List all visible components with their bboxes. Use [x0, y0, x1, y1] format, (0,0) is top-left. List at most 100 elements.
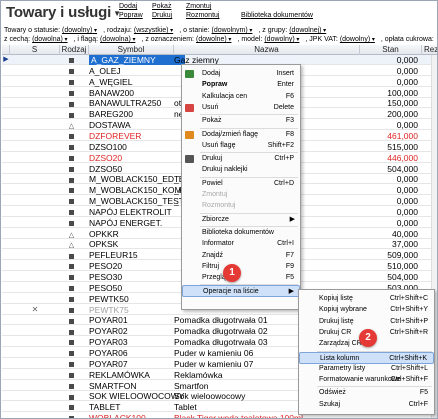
menu-item-shortcut: Insert: [276, 70, 294, 77]
service-triangle-icon: △: [68, 231, 75, 239]
menu-item-szukaj[interactable]: Szukaj Ctrl+F: [299, 399, 434, 411]
menu-item-przegladaj[interactable]: Przeglądaj F5: [182, 272, 300, 284]
filter-value-dropdown[interactable]: (dowolnym): [212, 27, 253, 34]
toolbar-link-zmontuj[interactable]: Zmontuj: [186, 3, 211, 10]
toolbar-link-pokaz[interactable]: Pokaż: [152, 3, 171, 10]
toolbar-link-dodaj[interactable]: Dodaj: [119, 3, 137, 10]
delete-icon: [185, 103, 194, 112]
menu-item-parametry-listy[interactable]: Parametry listy Ctrl+Shift+L: [299, 363, 434, 375]
goods-square-icon: [60, 131, 83, 141]
column-header-nazwa[interactable]: Nazwa: [174, 45, 360, 55]
cell-stan: 0,000: [396, 55, 418, 65]
cell-symbol: DZFOREVER: [89, 130, 142, 141]
print-icon: [185, 155, 194, 164]
cell-symbol: SMARTFON: [89, 380, 137, 391]
menu-item-label: Informator: [202, 240, 234, 248]
step-badge-1: 1: [223, 264, 241, 282]
menu-item-popraw[interactable]: Popraw Enter: [182, 79, 300, 91]
cell-symbol: DOSTAWA: [89, 120, 131, 131]
cell-symbol: POYAR06: [89, 347, 128, 358]
cell-symbol: A_OLEJ: [89, 65, 121, 76]
menu-item-drukuj[interactable]: Drukuj Ctrl+P: [182, 153, 300, 165]
filter-value-dropdown[interactable]: (dowolna): [32, 36, 67, 43]
menu-item-odswiez[interactable]: Odśwież F5: [299, 387, 434, 399]
row-indicator: [2, 381, 10, 391]
toolbar-link-popraw[interactable]: Popraw: [119, 12, 143, 19]
menu-item-kopiuj-wybrane[interactable]: Kopiuj wybrane Ctrl+Shift+Y: [299, 304, 434, 316]
row-indicator: [2, 109, 10, 119]
menu-item-label: Filtruj: [202, 262, 220, 270]
cell-s: [10, 391, 60, 401]
menu-item-dodaj[interactable]: Dodaj Insert: [182, 68, 300, 80]
toolbar-link-biblioteka[interactable]: Biblioteka dokumentów: [241, 12, 313, 19]
row-indicator: [2, 359, 10, 369]
cell-symbol: POYAR02: [89, 326, 128, 337]
filter-label: Towary o statusie:: [4, 27, 61, 34]
menu-item-formatowanie-warunkowe[interactable]: Formatowanie warunkowe Ctrl+Shift+F: [299, 374, 434, 386]
cell-stan: 510,000: [387, 261, 418, 272]
cell-symbol: WOBLACK100: [89, 413, 146, 419]
toolbar-link-rozmontuj[interactable]: Rozmontuj: [186, 12, 219, 19]
menu-item-pokaz[interactable]: Pokaż F3: [182, 115, 300, 127]
column-header-rodzaj[interactable]: Rodzaj: [60, 45, 89, 55]
menu-item-kopiuj-liste[interactable]: Kopiuj listę Ctrl+Shift+C: [299, 293, 434, 305]
filter-label: , z grupy:: [258, 27, 288, 34]
menu-item-dodaj-zmien-flage[interactable]: Dodaj/zmień flagę F8: [182, 129, 300, 141]
row-indicator: [2, 305, 10, 315]
menu-item-shortcut: F8: [285, 130, 294, 138]
column-header-s[interactable]: S: [10, 45, 60, 55]
cell-s: [10, 153, 60, 163]
filter-value-dropdown[interactable]: (dowolna): [100, 36, 135, 43]
filter-value-dropdown[interactable]: (dowolnej): [289, 27, 326, 34]
menu-item-powiel[interactable]: Powiel Ctrl+D: [182, 178, 300, 190]
menu-item-usun[interactable]: Usuń Delete: [182, 102, 300, 114]
filter-label: , rodzaju:: [103, 27, 132, 34]
menu-item-informator[interactable]: Informator Ctrl+I: [182, 238, 300, 250]
goods-square-icon: [60, 261, 83, 271]
toolbar-link-drukuj[interactable]: Drukuj: [152, 12, 172, 19]
filter-value-dropdown[interactable]: (dowolny): [264, 36, 299, 43]
menu-item-label: Odśwież: [319, 389, 346, 397]
menu-item-zbiorcze[interactable]: Zbiorcze ▶: [182, 214, 300, 226]
row-indicator: [2, 391, 10, 401]
menu-item-drukuj-liste[interactable]: Drukuj listę Ctrl+Shift+P: [299, 316, 434, 328]
menu-item-label: Zbiorcze: [202, 215, 229, 223]
row-indicator: [2, 283, 10, 293]
menu-item-lista-kolumn[interactable]: Lista kolumn Ctrl+Shift+K: [299, 351, 434, 364]
row-indicator: [2, 98, 10, 108]
menu-item-operacje-na-liscie[interactable]: Operacje na liście ▶: [182, 285, 300, 298]
column-header-symbol[interactable]: Symbol: [89, 45, 174, 55]
service-triangle-icon: △: [68, 123, 75, 131]
menu-item-znajdz[interactable]: Znajdź F7: [182, 250, 300, 262]
row-indicator: [2, 402, 10, 412]
cell-s: [10, 261, 60, 271]
cell-stan: 504,000: [387, 272, 418, 282]
row-indicator: [2, 88, 10, 98]
filter-value-dropdown[interactable]: (wszystkie): [134, 27, 173, 34]
cell-s: [10, 250, 60, 260]
cell-stan: 40,000: [392, 228, 418, 239]
menu-item-filtruj[interactable]: Filtruj F9: [182, 261, 300, 273]
column-header-stan[interactable]: Stan: [360, 45, 422, 55]
cell-stan: 150,000: [387, 98, 418, 109]
cell-symbol: BANAWULTRA250: [89, 98, 162, 109]
filter-value-dropdown[interactable]: (dowolny): [340, 36, 375, 43]
menu-item-label: Usuń flagę: [202, 141, 236, 149]
menu-item-drukuj-naklejki[interactable]: Drukuj naklejki: [182, 164, 300, 176]
cell-s: [10, 55, 60, 65]
menu-item-kalkulacja-cen[interactable]: Kalkulacja cen F6: [182, 91, 300, 103]
page-title[interactable]: Towary i usługi ▼: [6, 4, 121, 21]
goods-square-icon: [60, 402, 83, 412]
menu-item-label: Drukuj naklejki: [202, 166, 248, 174]
filter-value-dropdown[interactable]: (dowolne): [196, 36, 231, 43]
menu-item-usun-flage[interactable]: Usuń flagę Shift+F2: [182, 140, 300, 152]
filter-value-dropdown[interactable]: (dowolny): [62, 27, 97, 34]
cell-symbol: A_GAZ_ZIEMNY: [89, 55, 185, 65]
cell-s: [10, 66, 60, 76]
column-header-rezerwacja[interactable]: Reze: [422, 45, 437, 55]
cell-s: [10, 120, 60, 130]
row-indicator: [2, 348, 10, 358]
goods-square-icon: [60, 381, 83, 391]
filter-label: z cechą:: [4, 36, 31, 43]
menu-item-biblioteka-dokumentow[interactable]: Biblioteka dokumentów: [182, 227, 300, 239]
